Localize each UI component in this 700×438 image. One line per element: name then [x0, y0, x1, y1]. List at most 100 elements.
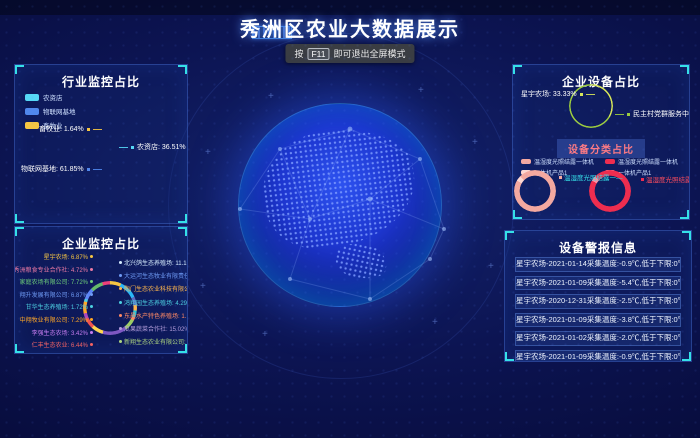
callout-text: 民主村党群服务中心: — [633, 109, 690, 119]
callout-text: 温湿度光照结露一— — [564, 172, 623, 182]
chart-callout: 甘华生态养殖场: 1.72% — [26, 302, 93, 311]
legend-swatch — [521, 159, 531, 164]
alarm-list: 星宇农场-2021-01-14采集温度:-0.9℃,低于下限:0℃星宇农场-20… — [515, 257, 681, 362]
legend-swatch — [605, 159, 615, 164]
callout-dot — [119, 327, 122, 330]
plus-marker: + — [472, 138, 478, 148]
callout-text: 畜牧业: 1.64% — [39, 124, 84, 134]
plus-marker: + — [488, 262, 494, 272]
callout-text: 大运河生态牧业有限责任公 — [124, 271, 188, 280]
callout-dot — [131, 146, 134, 149]
corner-accent — [178, 344, 187, 353]
callout-text: 星宇农场: 6.87% — [44, 252, 88, 261]
legend-swatch — [25, 122, 39, 129]
callout-text: 星宇农场: 33.33% — [521, 89, 577, 99]
callout-leader-line — [93, 129, 102, 130]
callout-text: 陶门生态农业科技有限公 — [124, 284, 188, 293]
callout-dot — [90, 255, 93, 258]
callout-dot — [119, 274, 122, 277]
toast-prefix: 按 — [294, 47, 303, 60]
callout-leader-line — [615, 114, 624, 115]
plus-marker: + — [432, 318, 438, 328]
corner-accent — [505, 231, 514, 240]
callout-dot — [90, 268, 93, 271]
panel-enterprise-monitor: 企业监控占比 星宇农场: 6.87% 秀洲粮食专业合作社: 4.72% 家庭农场… — [14, 226, 188, 354]
corner-accent — [505, 352, 514, 361]
callout-leader-line — [119, 147, 128, 148]
corner-accent — [513, 210, 522, 219]
corner-accent — [680, 65, 689, 74]
callout-leader-line — [586, 94, 595, 95]
panel-industry-monitor: 行业监控占比 农资店 物联网基地 畜牧业 畜牧业: 1.64% 农资店: 36.… — [14, 64, 188, 224]
legend-item[interactable]: 农资店 — [25, 92, 76, 102]
page-title: 秀洲区农业大数据展示 — [0, 13, 700, 42]
callout-dot — [90, 331, 93, 334]
legend-label: 物联网基地 — [43, 106, 76, 116]
legend-item[interactable]: 物联网基地 — [25, 106, 76, 116]
callout-text: 东晨水产特色养殖场: 1. — [124, 311, 186, 320]
callout-dot — [87, 168, 90, 171]
plus-marker: + — [268, 92, 274, 102]
callout-text: 北兴鸽生态养殖场: 11.16% — [124, 258, 188, 267]
legend-label: 温湿度光照结露一体机 — [618, 157, 678, 166]
enterprise-callouts-left: 星宇农场: 6.87% 秀洲粮食专业合作社: 4.72% 家庭农场有限公司: 7… — [17, 252, 93, 354]
callout-text: 家庭农场有限公司: 7.72% — [20, 277, 88, 286]
callout-text: 翔升发展有限公司: 6.87% — [20, 290, 88, 299]
class-callout-left: 温湿度光照结露一— — [559, 172, 623, 182]
corner-accent — [15, 344, 24, 353]
device-class-title: 设备分类占比 — [557, 139, 645, 158]
callout-text: 物联网基地: 61.85% — [21, 164, 84, 174]
corner-accent — [178, 227, 187, 236]
globe-visual — [238, 103, 442, 307]
callout-text: 温湿度光照结露一— — [646, 174, 690, 184]
alarm-row: 星宇农场-2021-01-02采集温度:-2.0℃,低于下限:0℃ — [515, 331, 681, 346]
alarm-row: 星宇农场-2021-01-09采集温度:-3.8℃,低于下限:0℃ — [515, 313, 681, 328]
callout-leader-line — [93, 169, 102, 170]
callout-text: 李强生态农场: 3.42% — [32, 328, 88, 337]
callout-dot — [119, 287, 122, 290]
legend-swatch — [25, 94, 39, 101]
callout-dot — [580, 93, 583, 96]
legend-label: 温湿度光照结露一体机 — [534, 157, 594, 166]
plus-marker: + — [200, 282, 206, 292]
legend-label: 农资店 — [43, 92, 63, 102]
chart-callout-iot: 物联网基地: 61.85% — [21, 164, 102, 174]
callout-text: 秀洲粮食专业合作社: 4.72% — [14, 265, 88, 274]
chart-callout: 秀洲粮食专业合作社: 4.72% — [14, 265, 93, 274]
fullscreen-toast: 按 F11 即可退出全屏模式 — [285, 44, 414, 63]
chart-callout: 瓜果蔬菜合作社: 15.02% — [119, 324, 188, 333]
panel-title-enterprise: 企业监控占比 — [15, 235, 187, 252]
corner-accent — [15, 65, 24, 74]
plus-marker: + — [418, 86, 424, 96]
callout-text: 中翔牧业有限公司: 7.29% — [20, 315, 88, 324]
chart-callout: 仁丰生态农业: 6.44% — [32, 340, 93, 349]
callout-dot — [119, 314, 122, 317]
corner-accent — [680, 210, 689, 219]
chart-callout-minzhu: 民主村党群服务中心: — [615, 109, 690, 119]
industry-donut-chart[interactable] — [78, 133, 130, 185]
plus-marker: + — [262, 330, 268, 340]
corner-accent — [15, 227, 24, 236]
callout-dot — [90, 293, 93, 296]
chart-callout: 翔升发展有限公司: 6.87% — [20, 290, 93, 299]
plus-marker: + — [205, 148, 211, 158]
callout-dot — [90, 343, 93, 346]
chart-callout: 中翔牧业有限公司: 7.29% — [20, 315, 93, 324]
legend-swatch — [25, 108, 39, 115]
enterprise-callouts-right: 北兴鸽生态养殖场: 11.16% 大运河生态牧业有限责任公 陶门生态农业科技有限… — [119, 258, 188, 346]
panel-device-alarms: 设备警报信息 星宇农场-2021-01-14采集温度:-0.9℃,低于下限:0℃… — [504, 230, 692, 362]
callout-text: 甘华生态养殖场: 1.72% — [26, 302, 88, 311]
callout-dot — [90, 280, 93, 283]
callout-dot — [90, 318, 93, 321]
globe-sphere — [238, 103, 442, 307]
callout-text: 农资店: 36.51% — [137, 142, 186, 152]
alarm-row: 星宇农场-2021-01-09采集温度:-0.9℃,低于下限:0℃ — [515, 350, 681, 363]
corner-accent — [178, 214, 187, 223]
alarm-row: 星宇农场-2020-12-31采集温度:-2.5℃,低于下限:0℃ — [515, 294, 681, 309]
legend-item[interactable]: 温湿度光照结露一体机 — [605, 157, 678, 166]
legend-item[interactable]: 温湿度光照结露一体机 — [521, 157, 594, 166]
class-left-donut-chart[interactable] — [514, 170, 556, 212]
corner-accent — [682, 352, 691, 361]
chart-callout: 星宇农场: 6.87% — [44, 252, 93, 261]
callout-dot — [119, 340, 122, 343]
